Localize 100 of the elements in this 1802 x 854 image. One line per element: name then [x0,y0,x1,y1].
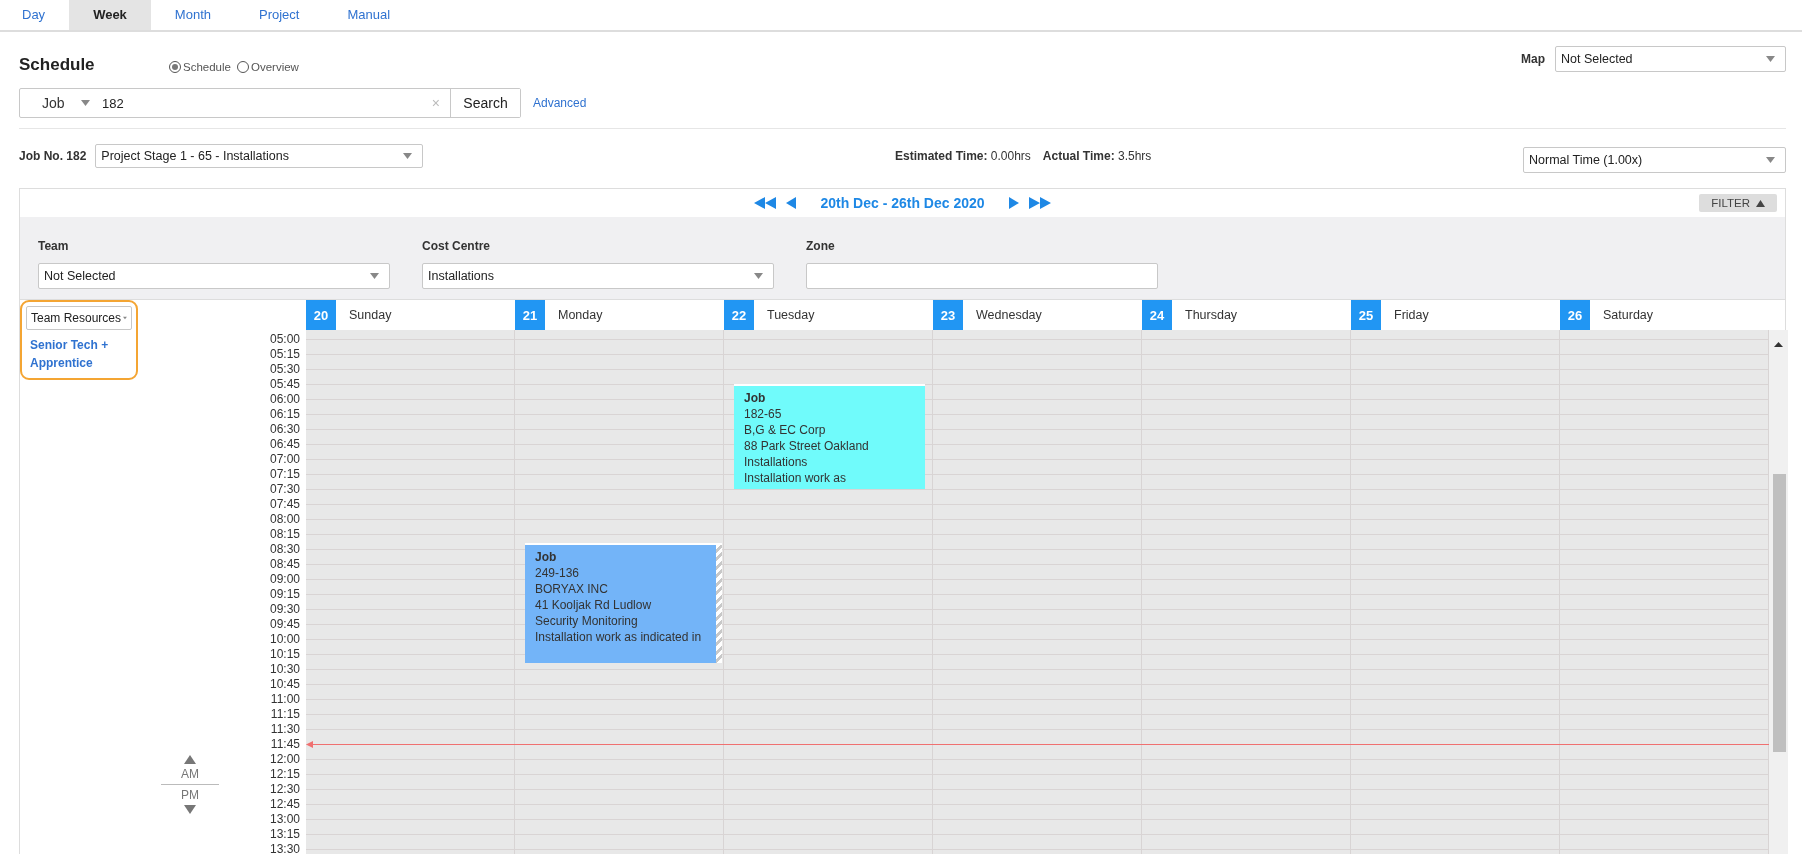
resource-link[interactable]: Senior Tech + Apprentice [26,330,132,374]
time-label: 05:30 [268,361,301,377]
am-toggle[interactable]: AM [181,764,199,784]
time-summary: Estimated Time: 0.00hrs Actual Time: 3.5hrs [894,149,1153,163]
job-event[interactable]: Job 249-136 BORYAX INC 41 Kooljak Rd Ludlow Security Monitoring Installation work as indicated in [525,543,722,663]
previous-icon[interactable] [786,197,797,209]
time-label: 09:45 [268,616,301,632]
resource-select[interactable]: Team Resources [26,306,132,330]
time-label: 08:45 [268,556,301,572]
time-label: 06:00 [268,391,301,407]
pm-toggle[interactable]: PM [181,785,199,805]
time-label: 13:15 [268,826,301,842]
time-label: 06:15 [268,406,301,422]
search-type-select[interactable]: Job [20,95,102,111]
event-detail: Installations [744,454,809,470]
resize-handle[interactable] [716,545,722,663]
event-detail: Security Monitoring [535,613,639,629]
time-label: 05:00 [268,331,301,347]
map-label: Map [1521,52,1545,66]
day-number: 25 [1351,300,1381,330]
time-label: 10:15 [268,646,301,662]
day-number: 26 [1560,300,1590,330]
last-page-icon[interactable] [1028,197,1051,209]
search-field[interactable]: Job 182 × Search [19,88,521,118]
caret-icon [403,153,413,159]
scrollbar-thumb[interactable] [1773,474,1786,752]
caret-icon [80,100,90,106]
filter-select[interactable]: Not Selected [38,263,390,289]
view-tab[interactable]: Manual [323,0,415,30]
stage-select[interactable]: Project Stage 1 - 65 - Installations [95,144,424,168]
rate-select[interactable]: Normal Time (1.00x) [1523,147,1786,173]
caret-icon [1766,157,1775,163]
day-name: Monday [557,308,603,322]
advanced-link[interactable]: Advanced [533,96,587,110]
filter-button[interactable]: FILTER [1699,194,1777,212]
job-event[interactable]: Job 182-65 B,G & EC Corp 88 Park Street Oakland Installations Installation work as [734,384,925,489]
time-label: 05:45 [268,376,301,392]
time-label: 13:00 [268,811,301,827]
scroll-up-icon[interactable] [1774,342,1783,347]
page-title: Schedule [19,55,96,75]
time-label: 12:00 [268,751,301,767]
event-detail: B,G & EC Corp [744,422,827,438]
view-tab[interactable]: Project [235,0,324,30]
time-label: 07:45 [268,496,301,512]
caret-icon [754,273,763,279]
time-label: 08:15 [268,526,301,542]
view-tab[interactable]: Month [150,0,235,30]
event-detail: 182-65 [744,406,783,422]
time-label: 08:30 [268,541,301,557]
event-title: Job [744,390,767,406]
job-number-label: Job No. 182 [19,149,87,163]
day-name: Saturday [1602,308,1654,322]
event-detail: BORYAX INC [535,581,609,597]
event-detail: 41 Kooljak Rd Ludlow [535,597,653,613]
time-label: 07:00 [268,451,301,467]
scrollbar[interactable] [1769,330,1788,854]
event-detail: 249-136 [535,565,581,581]
day-name: Thursday [1184,308,1238,322]
time-label: 07:15 [268,466,301,482]
first-page-icon[interactable] [754,197,777,209]
day-number: 20 [306,300,336,330]
event-title: Job [535,549,558,565]
event-detail: Installation work as indicated in [535,629,703,645]
time-label: 09:15 [268,586,301,602]
time-label: 09:30 [268,601,301,617]
view-tab[interactable]: Day [0,0,70,30]
event-detail: Installation work as [744,470,848,486]
down-arrow-icon[interactable] [184,805,196,814]
collapse-icon [1756,199,1765,207]
time-label: 09:00 [268,571,301,587]
day-name: Tuesday [766,308,815,322]
caret-icon [370,273,379,279]
filter-label: Team [38,239,70,253]
time-label: 07:30 [268,481,301,497]
next-icon[interactable] [1008,197,1019,209]
time-label: 08:00 [268,511,301,527]
day-number: 23 [933,300,963,330]
time-label: 05:15 [268,346,301,362]
up-arrow-icon[interactable] [184,755,196,764]
filter-label: Zone [806,239,836,253]
time-label: 12:45 [268,796,301,812]
filter-input[interactable] [806,263,1158,289]
day-number: 24 [1142,300,1172,330]
search-button[interactable]: Search [450,89,520,117]
filter-select[interactable]: Installations [422,263,774,289]
day-number: 22 [724,300,754,330]
time-label: 11:00 [269,691,301,707]
radio-label: Schedule [183,61,231,73]
view-tab[interactable]: Week [69,0,151,30]
time-label: 10:45 [268,676,301,692]
day-name: Sunday [348,308,392,322]
time-label: 11:45 [269,736,301,752]
time-label: 06:30 [268,421,301,437]
radio-label: Overview [250,61,299,73]
day-name: Wednesday [975,308,1042,322]
map-select[interactable]: Not Selected [1555,46,1786,72]
date-range: 20th Dec - 26th Dec 2020 [820,195,985,211]
filter-label: Cost Centre [422,239,491,253]
time-label: 13:30 [268,841,301,854]
time-label: 11:15 [269,706,301,722]
